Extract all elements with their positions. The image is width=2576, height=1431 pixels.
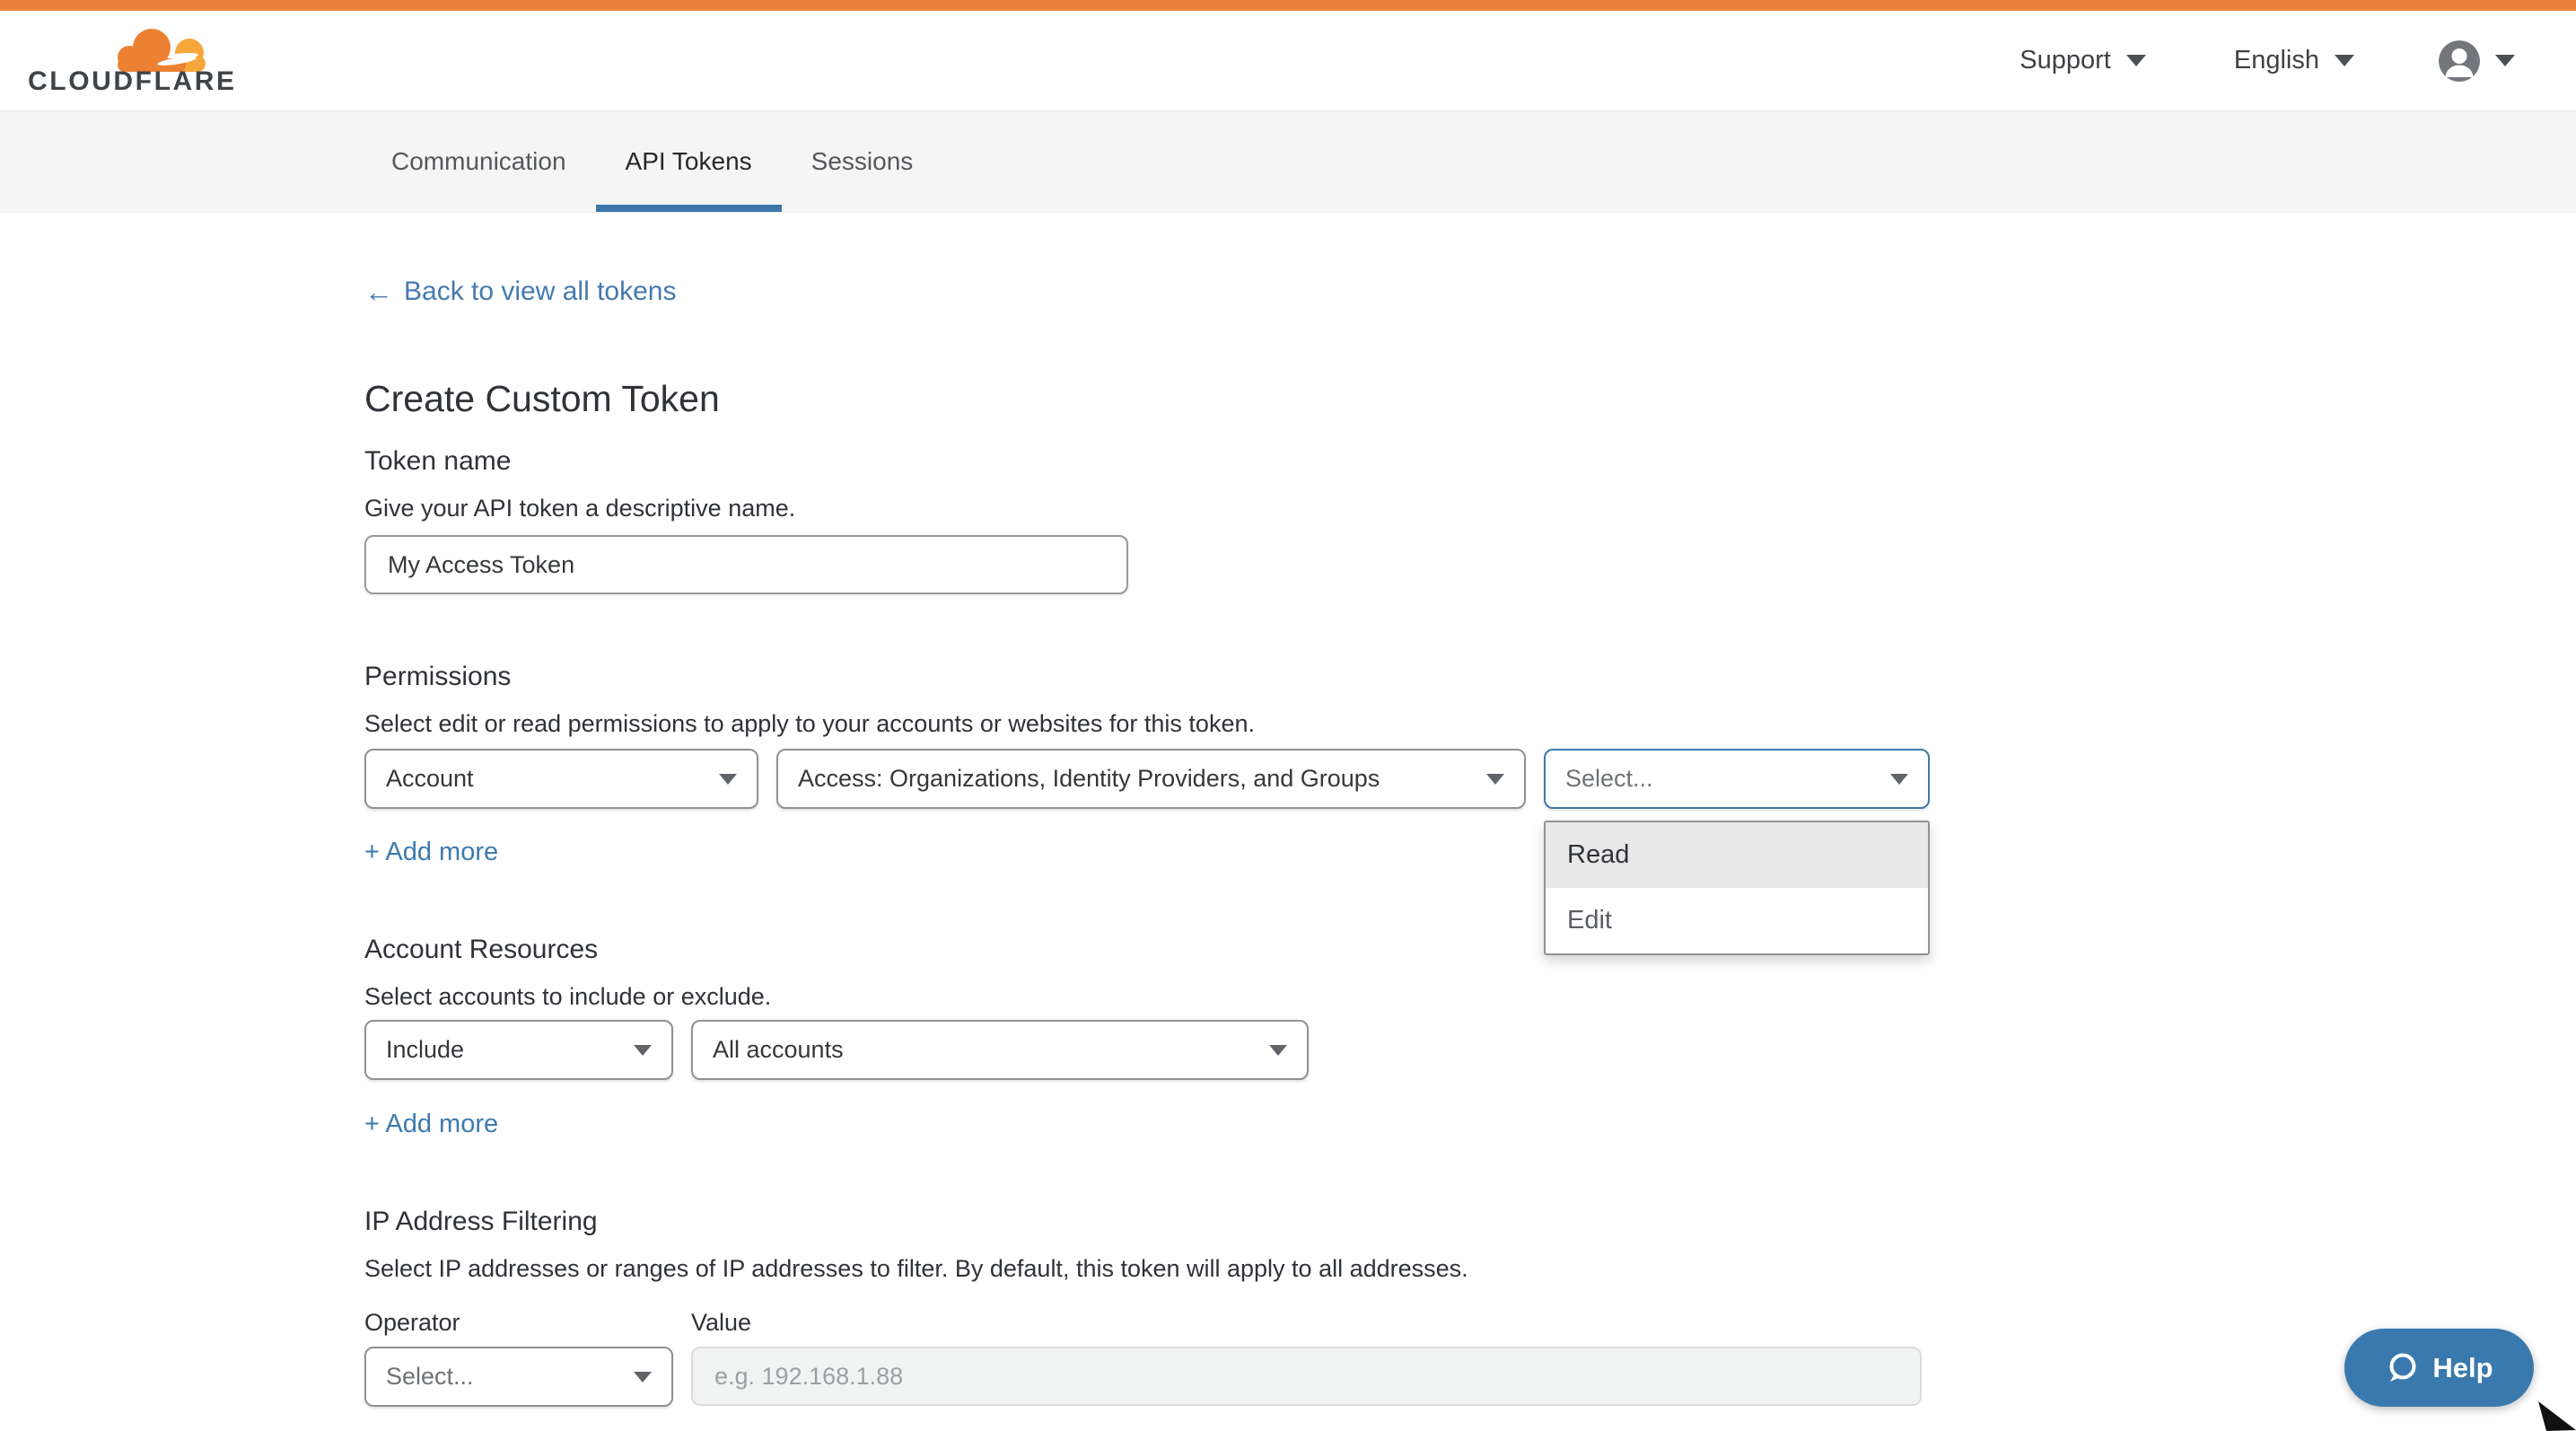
resource-mode-value: Include [386,1036,464,1064]
language-label: English [2234,46,2319,75]
access-dropdown-menu: Read Edit [1544,821,1930,955]
language-menu[interactable]: English [2234,46,2354,75]
account-resources-row: Include All accounts [364,1020,2576,1080]
back-link-label: Back to view all tokens [404,274,676,310]
token-name-heading: Token name [364,445,2576,478]
tab-api-tokens[interactable]: API Tokens [596,111,782,212]
account-menu[interactable] [2439,40,2515,82]
top-orange-strip [0,0,2576,11]
resource-accounts-value: All accounts [713,1036,844,1064]
support-label: Support [2020,46,2111,75]
token-name-description: Give your API token a descriptive name. [364,493,2576,523]
account-resources-add-more-link[interactable]: + Add more [364,1106,498,1142]
permissions-heading: Permissions [364,661,2576,693]
help-button-label: Help [2432,1352,2493,1384]
ip-operator-select[interactable]: Select... [364,1347,673,1407]
permission-resource-value: Access: Organizations, Identity Provider… [798,765,1380,793]
permissions-description: Select edit or read permissions to apply… [364,708,2576,739]
account-resources-description: Select accounts to include or exclude. [364,981,2576,1012]
back-to-tokens-link[interactable]: ← Back to view all tokens [364,274,676,310]
permission-access-placeholder: Select... [1565,765,1653,793]
menu-item-edit[interactable]: Edit [1546,888,1928,953]
menu-item-read[interactable]: Read [1546,822,1928,888]
tab-communication[interactable]: Communication [362,111,596,212]
ip-operator-placeholder: Select... [386,1363,474,1391]
permission-scope-select[interactable]: Account [364,749,758,809]
value-label: Value [691,1307,751,1338]
cloudflare-logo[interactable]: CLOUDFLARE [28,23,212,99]
profile-tabbar: Communication API Tokens Sessions [0,110,2576,213]
user-icon [2439,40,2480,82]
cloudflare-logo-text: CLOUDFLARE [28,66,237,97]
operator-label: Operator [364,1307,691,1338]
permissions-row: Account Access: Organizations, Identity … [364,749,2576,809]
token-name-input[interactable] [364,535,1128,594]
account-resources-heading: Account Resources [364,934,2576,966]
chevron-down-icon [2335,55,2354,66]
support-menu[interactable]: Support [2020,46,2146,75]
chat-bubble-icon [2385,1351,2419,1385]
ip-value-input[interactable] [691,1347,1922,1406]
ip-filtering-description: Select IP addresses or ranges of IP addr… [364,1253,2576,1284]
ip-filtering-heading: IP Address Filtering [364,1206,2576,1238]
cloudflare-cloud-icon [110,25,211,72]
permission-scope-value: Account [386,765,474,793]
help-button[interactable]: Help [2344,1329,2534,1407]
main-content: ← Back to view all tokens Create Custom … [0,213,2576,1407]
resource-mode-select[interactable]: Include [364,1020,673,1080]
chevron-down-icon [634,1372,652,1383]
ip-filtering-row: Select... [364,1347,2576,1407]
back-arrow-icon: ← [364,274,393,310]
chevron-down-icon [719,774,737,785]
avatar [2439,40,2480,82]
chevron-down-icon [2126,55,2146,66]
permission-access-select[interactable]: Select... [1544,749,1930,809]
resource-accounts-select[interactable]: All accounts [691,1020,1309,1080]
chevron-down-icon [2495,55,2515,66]
mouse-cursor [2538,1401,2576,1431]
chevron-down-icon [1269,1045,1287,1056]
permissions-add-more-link[interactable]: + Add more [364,834,498,870]
ip-filtering-labels: Operator Value [364,1307,2576,1338]
header: CLOUDFLARE Support English [0,11,2576,110]
chevron-down-icon [1890,774,1908,785]
page-title: Create Custom Token [364,376,2576,421]
chevron-down-icon [1486,774,1504,785]
tab-sessions[interactable]: Sessions [782,111,943,212]
chevron-down-icon [634,1045,652,1056]
permission-resource-select[interactable]: Access: Organizations, Identity Provider… [776,749,1526,809]
header-nav: Support English [2020,40,2515,82]
